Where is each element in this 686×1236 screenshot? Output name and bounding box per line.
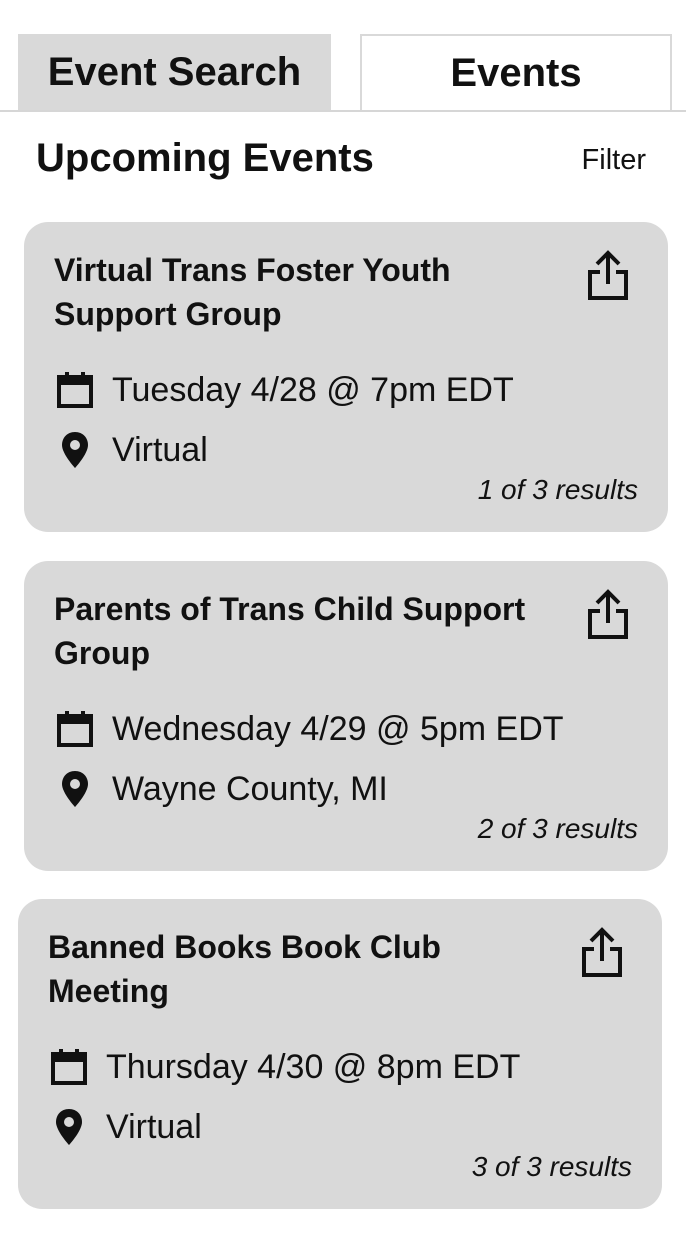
tab-event-search[interactable]: Event Search — [18, 34, 331, 110]
result-count: 2 of 3 results — [477, 813, 638, 844]
calendar-icon — [48, 1046, 90, 1088]
event-location-row: Virtual — [54, 426, 208, 474]
event-date-row: Thursday 4/30 @ 8pm EDT — [48, 1043, 520, 1091]
event-title: Parents of Trans Child Support Group — [54, 591, 526, 671]
event-date-row: Wednesday 4/29 @ 5pm EDT — [54, 705, 564, 753]
event-location: Virtual — [106, 1108, 202, 1146]
event-card[interactable]: Virtual Trans Foster Youth Support Group… — [24, 222, 668, 532]
event-datetime: Thursday 4/30 @ 8pm EDT — [106, 1048, 521, 1086]
filter-button[interactable]: Filter — [582, 140, 646, 180]
event-location-row: Wayne County, MI — [54, 765, 388, 813]
event-location: Wayne County, MI — [112, 770, 388, 808]
tab-bar: Event Search Events — [0, 0, 686, 112]
location-pin-icon — [54, 429, 96, 471]
event-location-row: Virtual — [48, 1103, 202, 1151]
share-icon[interactable] — [584, 587, 632, 643]
share-icon[interactable] — [578, 925, 626, 981]
page-title: Upcoming Events — [36, 136, 374, 180]
event-card[interactable]: Banned Books Book Club Meeting Thursday … — [18, 899, 662, 1209]
result-count: 3 of 3 results — [471, 1151, 632, 1182]
share-icon[interactable] — [584, 248, 632, 304]
event-datetime: Wednesday 4/29 @ 5pm EDT — [112, 710, 564, 748]
calendar-icon — [54, 369, 96, 411]
event-location: Virtual — [112, 431, 208, 469]
result-count: 1 of 3 results — [477, 474, 638, 505]
event-card[interactable]: Parents of Trans Child Support Group Wed… — [24, 561, 668, 871]
tab-events[interactable]: Events — [360, 34, 672, 110]
event-date-row: Tuesday 4/28 @ 7pm EDT — [54, 366, 514, 414]
location-pin-icon — [48, 1106, 90, 1148]
calendar-icon — [54, 708, 96, 750]
event-title: Banned Books Book Club Meeting — [48, 929, 441, 1009]
event-title: Virtual Trans Foster Youth Support Group — [54, 252, 451, 332]
location-pin-icon — [54, 768, 96, 810]
event-datetime: Tuesday 4/28 @ 7pm EDT — [112, 371, 514, 409]
